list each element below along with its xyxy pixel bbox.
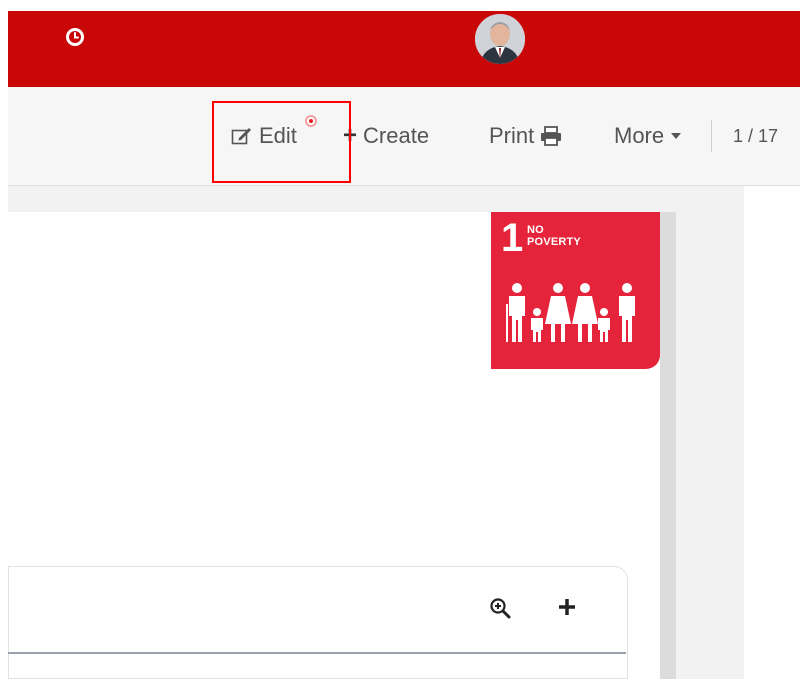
right-side-panel [744, 186, 800, 679]
sdg-number: 1 [501, 216, 524, 260]
create-label: Create [363, 123, 430, 148]
more-dropdown[interactable]: More [614, 121, 682, 151]
embedded-panel [8, 566, 628, 679]
sdg-title-line1: NO [527, 224, 544, 236]
toolbar-divider [711, 120, 712, 152]
print-label: Print [489, 123, 535, 148]
printer-icon [541, 126, 562, 146]
user-avatar[interactable] [475, 14, 525, 64]
pager-counter[interactable]: 1 / 17 [733, 121, 778, 151]
avatar-photo [475, 14, 525, 64]
panel-header-divider [8, 652, 626, 654]
caret-down-icon [671, 133, 682, 139]
create-button[interactable]: + Create [343, 121, 429, 151]
sdg-title-line2: POVERTY [527, 236, 581, 248]
highlight-box [212, 101, 351, 183]
add-plus-icon[interactable] [556, 596, 578, 618]
sdg-title: NO POVERTY [527, 224, 587, 248]
print-button[interactable]: Print [489, 121, 562, 151]
sheet-shadow [660, 212, 676, 679]
sdg-goal-card: 1 NO POVERTY [491, 212, 660, 369]
clock-icon[interactable] [64, 26, 86, 48]
zoom-in-icon[interactable] [489, 597, 511, 619]
family-icon [506, 283, 635, 342]
top-navbar [8, 11, 800, 87]
more-label: More [614, 123, 665, 148]
